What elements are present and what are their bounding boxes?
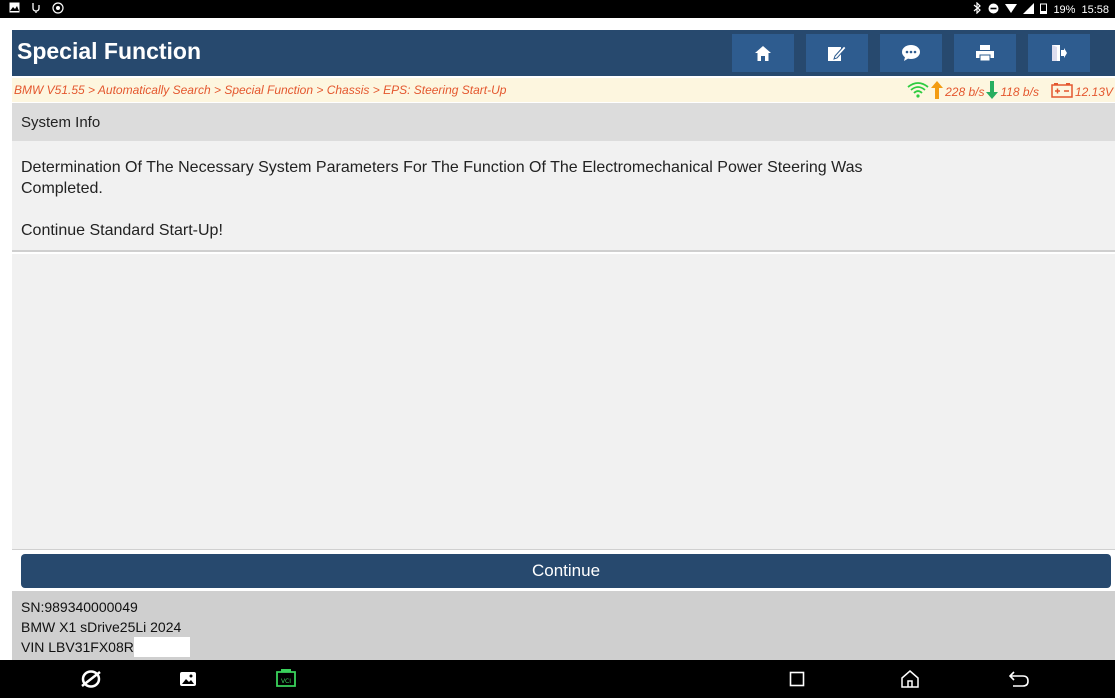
page-title: Special Function bbox=[17, 38, 202, 64]
upload-arrow-icon bbox=[931, 81, 944, 102]
breadcrumb-bar: BMW V51.55 > Automatically Search > Spec… bbox=[12, 78, 1115, 102]
home-icon bbox=[755, 45, 771, 61]
content-area bbox=[12, 254, 1115, 550]
message-line: Completed. bbox=[21, 180, 103, 197]
message-line: Determination Of The Necessary System Pa… bbox=[21, 159, 863, 176]
continue-button[interactable]: Continue bbox=[21, 554, 1111, 588]
serial-number: SN:989340000049 bbox=[21, 599, 138, 615]
status-left-icons bbox=[8, 2, 64, 14]
image-notification-icon bbox=[8, 2, 20, 14]
exit-icon bbox=[1052, 45, 1067, 61]
vci-button[interactable]: VCI bbox=[274, 668, 298, 690]
svg-text:VCI: VCI bbox=[281, 678, 291, 685]
gallery-button[interactable] bbox=[176, 668, 200, 690]
wifi-icon bbox=[907, 82, 929, 101]
sync-icon bbox=[52, 2, 64, 14]
clock: 15:58 bbox=[1081, 3, 1109, 16]
vin-redaction bbox=[133, 637, 190, 657]
home-button[interactable] bbox=[732, 34, 794, 72]
battery-voltage-icon bbox=[1051, 82, 1073, 101]
browser-button[interactable] bbox=[79, 668, 103, 690]
voltage-reading: 12.13V bbox=[1074, 84, 1113, 99]
recents-icon bbox=[789, 671, 805, 687]
message-line: Continue Standard Start-Up! bbox=[21, 222, 223, 239]
download-arrow-icon bbox=[986, 81, 999, 102]
message-panel: Determination Of The Necessary System Pa… bbox=[12, 141, 1115, 252]
back-icon bbox=[1009, 671, 1029, 687]
vci-icon: VCI bbox=[276, 669, 296, 687]
browser-icon bbox=[81, 670, 101, 688]
recents-button[interactable] bbox=[785, 668, 809, 690]
edit-button[interactable] bbox=[806, 34, 868, 72]
dnd-icon bbox=[988, 3, 999, 17]
chat-icon bbox=[902, 45, 920, 61]
home-nav-button[interactable] bbox=[898, 668, 922, 690]
bluetooth-icon bbox=[973, 1, 982, 17]
print-button[interactable] bbox=[954, 34, 1016, 72]
print-icon bbox=[976, 45, 994, 62]
exit-button[interactable] bbox=[1028, 34, 1090, 72]
android-status-bar: 19% 15:58 bbox=[0, 0, 1115, 18]
section-header: System Info bbox=[12, 103, 1115, 141]
usb-icon bbox=[30, 2, 42, 14]
home-nav-icon bbox=[901, 670, 919, 688]
vehicle-info-footer: SN:989340000049 BMW X1 sDrive25Li 2024 V… bbox=[12, 591, 1115, 660]
android-nav-bar: VCI bbox=[0, 660, 1115, 698]
download-rate: 118 b/s bbox=[1000, 84, 1039, 99]
vehicle-model: BMW X1 sDrive25Li 2024 bbox=[21, 619, 182, 635]
battery-icon bbox=[1040, 3, 1048, 17]
cell-signal-icon bbox=[1023, 2, 1035, 17]
edit-icon bbox=[828, 45, 847, 61]
vin: VIN LBV31FX08R bbox=[21, 639, 134, 655]
connection-stats: 228 b/s 118 b/s 12.13V bbox=[907, 81, 1113, 102]
breadcrumb: BMW V51.55 > Automatically Search > Spec… bbox=[14, 83, 507, 97]
header-bar: Special Function bbox=[12, 30, 1115, 76]
status-right-icons: 19% 15:58 bbox=[973, 1, 1109, 17]
section-title: System Info bbox=[21, 114, 101, 131]
battery-percent: 19% bbox=[1053, 3, 1076, 16]
vin-row: VIN LBV31FX08R bbox=[21, 637, 1106, 657]
chat-button[interactable] bbox=[880, 34, 942, 72]
back-button[interactable] bbox=[1007, 668, 1031, 690]
upload-rate: 228 b/s bbox=[945, 84, 985, 99]
wifi-signal-icon bbox=[1005, 3, 1018, 17]
gallery-icon bbox=[180, 672, 196, 686]
